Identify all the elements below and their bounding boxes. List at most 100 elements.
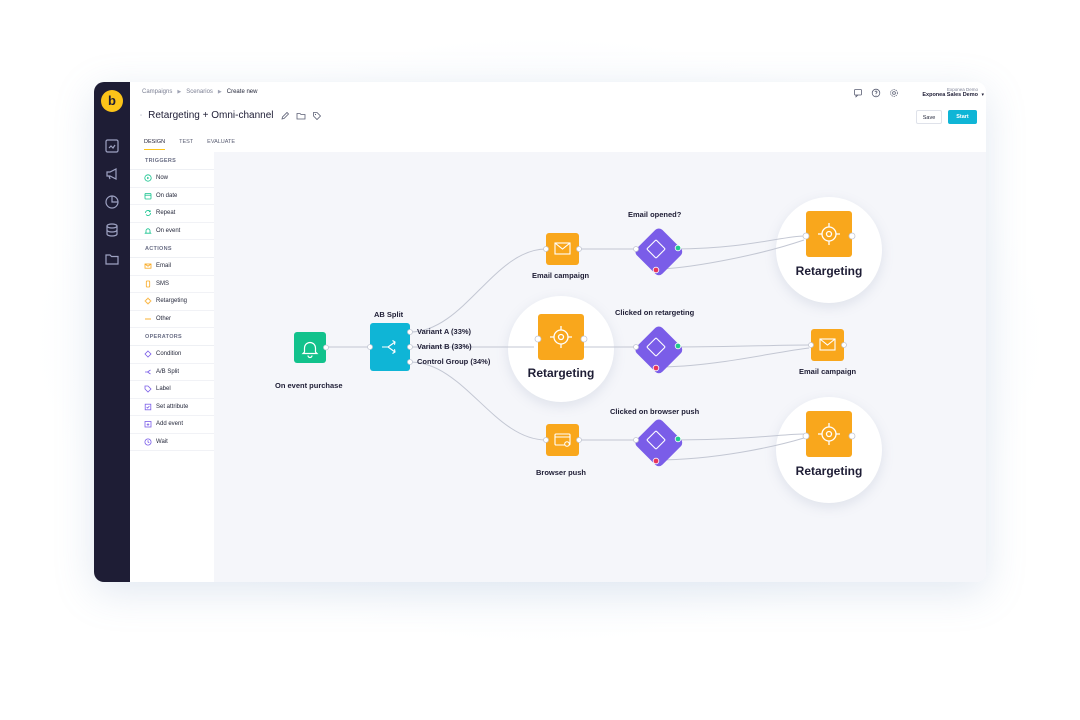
chevron-right-icon: ▶ xyxy=(177,89,182,95)
tab-design[interactable]: DESIGN xyxy=(144,139,166,150)
dashboard-icon[interactable] xyxy=(104,138,120,154)
envelope-icon xyxy=(144,262,152,270)
section-heading-operators: OPERATORS xyxy=(130,328,214,346)
megaphone-icon[interactable] xyxy=(104,166,120,182)
clock-icon xyxy=(144,438,152,446)
palette-item-label: Retargeting xyxy=(156,298,188,305)
tab-evaluate[interactable]: EVALUATE xyxy=(207,139,235,150)
breadcrumb-current: Create new xyxy=(226,89,258,95)
dash-icon xyxy=(144,315,152,323)
folder-icon[interactable] xyxy=(296,111,306,121)
palette-item-add-event[interactable]: Add event xyxy=(130,416,214,434)
pie-chart-icon[interactable] xyxy=(104,194,120,210)
tab-bar: DESIGN TEST EVALUATE xyxy=(144,139,235,150)
palette-item-other[interactable]: Other xyxy=(130,311,214,328)
ab-split-label: AB Split xyxy=(374,310,404,319)
calendar-icon xyxy=(144,192,152,200)
retargeting-node-bottom[interactable] xyxy=(802,411,856,457)
connector-condition-retarget-bottom xyxy=(674,433,805,441)
palette-item-label-op[interactable]: Label xyxy=(130,381,214,399)
palette-item-email[interactable]: Email xyxy=(130,258,214,276)
condition-label-bottom: Clicked on browser push xyxy=(610,407,700,416)
browser-push-label: Browser push xyxy=(536,468,587,477)
trigger-node[interactable] xyxy=(294,332,329,363)
email-campaign-node-mid[interactable] xyxy=(808,329,847,361)
browser-push-node[interactable] xyxy=(543,424,582,456)
palette-item-now[interactable]: Now xyxy=(130,170,214,188)
user-menu[interactable]: Exponea Demo Exponea Sales Demo ▾ xyxy=(922,87,984,98)
palette-item-on-event[interactable]: On event xyxy=(130,223,214,240)
pencil-icon[interactable] xyxy=(280,111,290,121)
palette-item-label: Email xyxy=(156,263,172,270)
tag-icon[interactable] xyxy=(312,111,322,121)
gear-icon[interactable] xyxy=(889,88,899,98)
palette-item-label: Wait xyxy=(156,438,168,445)
chevron-right-icon: ▶ xyxy=(217,89,222,95)
play-circle-icon xyxy=(144,174,152,182)
variant-b-label: Variant B (33%) xyxy=(417,342,472,351)
connector-condition-email-mid xyxy=(674,344,810,348)
ab-split-node[interactable] xyxy=(367,323,413,371)
caret-down-icon: ▾ xyxy=(981,92,984,98)
flow-diagram xyxy=(294,211,856,468)
breadcrumb: Campaigns ▶ Scenarios ▶ Create new xyxy=(142,89,257,95)
palette-item-label: On event xyxy=(156,227,181,234)
app-window: b Campaigns ▶ Scenarios ▶ Create new ▫ R… xyxy=(94,82,986,582)
bell-icon xyxy=(144,227,152,235)
tab-test[interactable]: TEST xyxy=(179,139,193,150)
flow-canvas[interactable]: Retargeting Retargeting Retargeting On e… xyxy=(214,152,986,582)
page-title[interactable]: Retargeting + Omni-channel xyxy=(148,110,273,121)
tag-icon xyxy=(144,385,152,393)
condition-label-top: Email opened? xyxy=(628,210,682,219)
condition-node-bottom[interactable] xyxy=(633,417,684,468)
title-row: ▫ Retargeting + Omni-channel xyxy=(140,110,322,121)
drag-handle-icon: ▫ xyxy=(140,112,143,119)
section-heading-actions: ACTIONS xyxy=(130,240,214,258)
top-bar: Campaigns ▶ Scenarios ▶ Create new ▫ Ret… xyxy=(130,82,986,152)
section-heading-triggers: TRIGGERS xyxy=(130,152,214,170)
email-campaign-label-top: Email campaign xyxy=(532,271,590,280)
target-icon xyxy=(144,297,152,305)
condition-node-top[interactable] xyxy=(633,226,684,277)
palette-item-condition[interactable]: Condition xyxy=(130,346,214,364)
phone-icon xyxy=(144,280,152,288)
palette-item-set-attribute[interactable]: Set attribute xyxy=(130,399,214,416)
palette-item-sms[interactable]: SMS xyxy=(130,276,214,293)
app-logo[interactable]: b xyxy=(101,90,123,112)
email-campaign-node-top[interactable] xyxy=(543,233,582,265)
retargeting-node-top[interactable] xyxy=(802,211,856,257)
palette-item-retargeting[interactable]: Retargeting xyxy=(130,293,214,311)
connector-condition-retarget-top xyxy=(674,235,805,250)
start-button[interactable]: Start xyxy=(948,110,977,124)
diamond-icon xyxy=(144,350,152,358)
palette-item-label: On date xyxy=(156,192,178,199)
database-icon[interactable] xyxy=(104,222,120,238)
connector-variant-a xyxy=(409,248,547,333)
comment-icon[interactable] xyxy=(853,88,863,98)
user-name: Exponea Sales Demo xyxy=(922,92,978,98)
palette-item-wait[interactable]: Wait xyxy=(130,434,214,451)
breadcrumb-scenarios[interactable]: Scenarios xyxy=(186,89,213,95)
palette-item-on-date[interactable]: On date xyxy=(130,188,214,205)
help-icon[interactable] xyxy=(871,88,881,98)
connector-control xyxy=(409,361,547,441)
palette-item-ab-split[interactable]: A/B Split xyxy=(130,364,214,381)
split-icon xyxy=(144,368,152,376)
email-campaign-label-mid: Email campaign xyxy=(799,367,857,376)
top-icons xyxy=(853,88,899,98)
palette-item-label: Other xyxy=(156,315,172,322)
folder-icon[interactable] xyxy=(104,251,120,267)
save-button[interactable]: Save xyxy=(916,110,942,124)
palette-item-label: Now xyxy=(156,175,169,182)
palette-item-label: Condition xyxy=(156,351,182,358)
node-palette: TRIGGERS Now On date Repeat On event ACT… xyxy=(130,152,214,582)
condition-node-mid[interactable] xyxy=(633,324,684,375)
palette-item-label: Add event xyxy=(156,421,184,428)
palette-item-label: A/B Split xyxy=(156,368,180,375)
retargeting-node-mid[interactable] xyxy=(534,314,588,360)
variant-a-label: Variant A (33%) xyxy=(417,327,472,336)
breadcrumb-campaigns[interactable]: Campaigns xyxy=(142,89,172,95)
palette-item-label: SMS xyxy=(156,280,170,287)
repeat-icon xyxy=(144,209,152,217)
palette-item-repeat[interactable]: Repeat xyxy=(130,205,214,223)
